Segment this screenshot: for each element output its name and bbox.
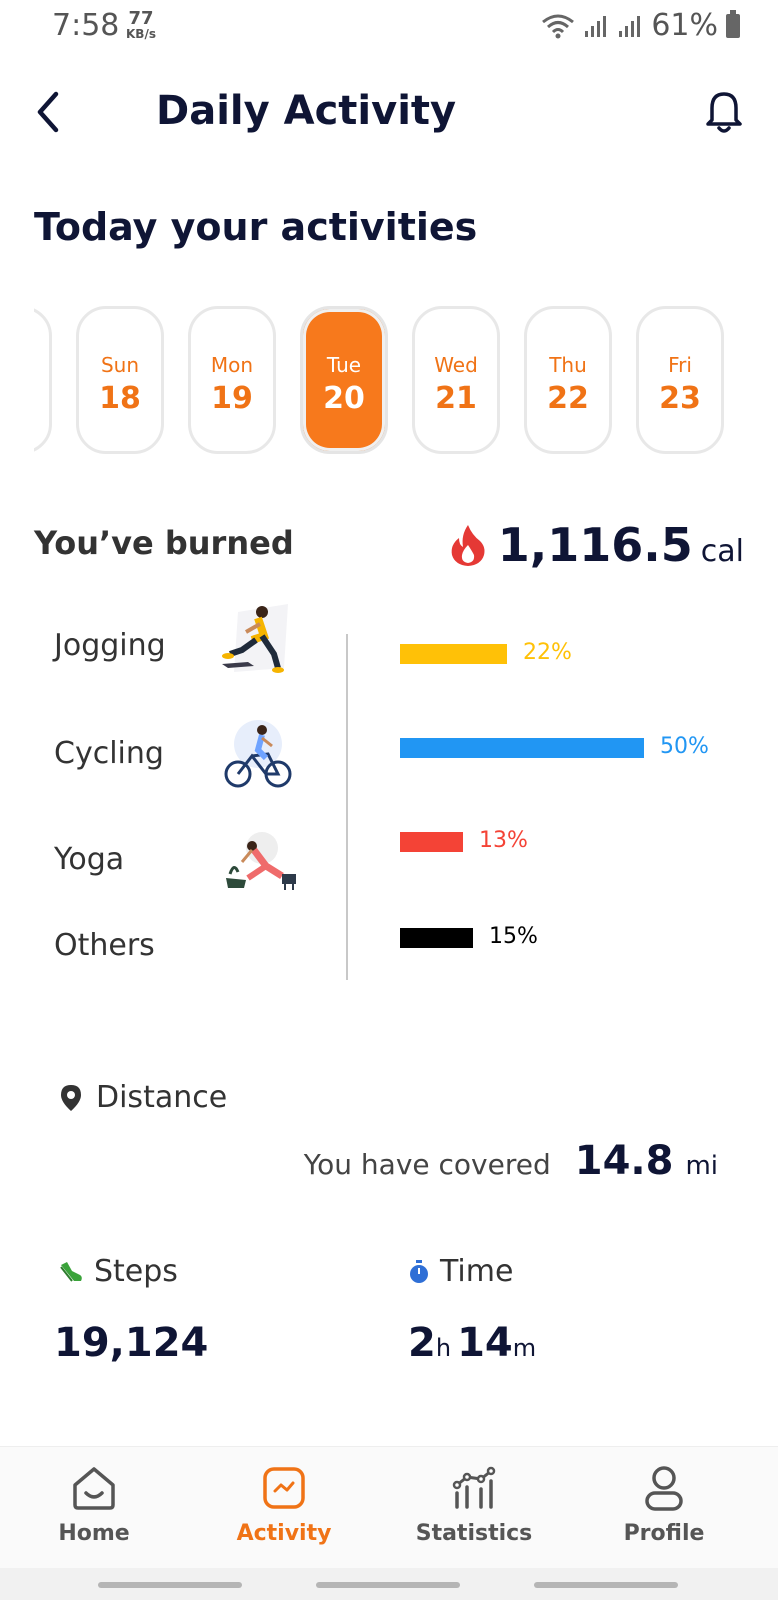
section-title: Today your activities	[34, 205, 478, 249]
jogging-illustration	[222, 604, 288, 673]
profile-icon	[645, 1466, 683, 1511]
activity-icon	[263, 1467, 305, 1509]
day-name: Mon	[210, 353, 254, 377]
time-label: Time	[408, 1254, 513, 1289]
bar-cycling	[400, 738, 644, 758]
battery-percent: 61%	[651, 8, 718, 43]
day-number: 19	[211, 381, 253, 416]
gesture-bar	[0, 1568, 778, 1600]
day-partial[interactable]	[34, 306, 52, 454]
day-selector: Sun 18 Mon 19 Tue 20 Wed 21 Thu 22 Fri 2…	[34, 306, 744, 462]
covered-value: 14.8	[574, 1138, 674, 1184]
activity-name-jogging: Jogging	[54, 628, 166, 663]
gesture-handle[interactable]	[534, 1582, 678, 1588]
nav-activity-label: Activity	[236, 1521, 332, 1546]
day-number: 23	[659, 381, 701, 416]
time-minutes: 14	[457, 1320, 513, 1366]
day-mon[interactable]: Mon 19	[188, 306, 276, 454]
header: Daily Activity	[0, 80, 778, 150]
nav-statistics[interactable]: Statistics	[394, 1465, 554, 1546]
steps-label-text: Steps	[94, 1254, 178, 1289]
home-icon	[73, 1467, 115, 1510]
status-icons: 61%	[541, 8, 740, 43]
bar-others	[400, 928, 473, 948]
bar-yoga	[400, 832, 463, 852]
network-speed-unit: KB/s	[126, 27, 156, 41]
pct-cycling: 50%	[660, 734, 709, 759]
time-value: 2h 14m	[408, 1320, 536, 1366]
gesture-handle[interactable]	[98, 1582, 242, 1588]
steps-value: 19,124	[54, 1320, 209, 1366]
bell-icon[interactable]	[700, 86, 748, 136]
activity-name-yoga: Yoga	[54, 842, 125, 877]
activity-breakdown: Jogging Cycling Yoga Others 22% 50% 13% …	[0, 604, 778, 990]
covered-text: You have covered	[303, 1148, 551, 1181]
bar-jogging	[400, 644, 507, 664]
nav-home-label: Home	[58, 1521, 130, 1546]
distance-label-text: Distance	[96, 1080, 228, 1115]
pct-jogging: 22%	[523, 640, 572, 665]
burned-label: You’ve burned	[34, 524, 294, 562]
statistics-icon	[452, 1466, 496, 1509]
burned-value: 1,116.5	[497, 518, 693, 572]
gesture-handle[interactable]	[316, 1582, 460, 1588]
network-speed-value: 77	[128, 8, 154, 29]
day-thu[interactable]: Thu 22	[524, 306, 612, 454]
flame-icon	[451, 525, 485, 566]
cycling-illustration	[224, 720, 292, 788]
distance-label: Distance	[60, 1080, 227, 1115]
network-speed: 77 KB/s	[126, 8, 156, 41]
day-name: Wed	[434, 353, 478, 377]
day-fri[interactable]: Fri 23	[636, 306, 724, 454]
activity-name-others: Others	[54, 928, 155, 963]
page-title: Daily Activity	[156, 88, 457, 134]
yoga-illustration	[226, 832, 296, 890]
day-name: Sun	[100, 353, 140, 377]
day-tue[interactable]: Tue 20	[300, 306, 388, 454]
day-number: 22	[547, 381, 589, 416]
bottom-nav: Home Activity Statistics Profile	[0, 1446, 778, 1569]
nav-profile[interactable]: Profile	[584, 1465, 744, 1546]
battery-icon	[726, 9, 740, 38]
time-minutes-unit: m	[512, 1334, 537, 1362]
back-button[interactable]	[30, 88, 70, 136]
status-time: 7:58	[52, 8, 120, 43]
location-pin-icon	[61, 1084, 81, 1111]
time-label-text: Time	[440, 1254, 514, 1289]
nav-home[interactable]: Home	[14, 1465, 174, 1546]
pct-yoga: 13%	[479, 828, 528, 853]
stopwatch-icon	[410, 1259, 428, 1283]
covered-unit: mi	[685, 1151, 718, 1181]
status-bar: 7:58 77 KB/s 61%	[0, 0, 778, 52]
pct-others: 15%	[489, 924, 538, 949]
day-number: 20	[323, 381, 365, 416]
day-wed[interactable]: Wed 21	[412, 306, 500, 454]
day-name: Thu	[549, 353, 587, 377]
day-number: 21	[435, 381, 477, 416]
wifi-icon	[542, 14, 575, 38]
burned-unit: cal	[700, 534, 744, 569]
nav-activity[interactable]: Activity	[204, 1465, 364, 1546]
day-number: 18	[99, 381, 141, 416]
signal-icon	[585, 15, 607, 37]
day-name: Fri	[668, 353, 692, 377]
activity-divider	[346, 634, 348, 980]
nav-statistics-label: Statistics	[415, 1521, 533, 1546]
time-hours: 2	[408, 1320, 436, 1366]
distance-covered: You have covered 14.8 mi	[304, 1138, 718, 1184]
steps-label: Steps	[58, 1254, 178, 1289]
signal-icon-2	[619, 15, 641, 37]
day-name: Tue	[326, 353, 362, 377]
shoe-icon	[60, 1261, 82, 1282]
nav-profile-label: Profile	[623, 1521, 705, 1546]
time-hours-unit: h	[435, 1334, 452, 1362]
burned-summary: 1,116.5 cal	[450, 518, 744, 572]
day-sun[interactable]: Sun 18	[76, 306, 164, 454]
activity-name-cycling: Cycling	[54, 736, 164, 771]
